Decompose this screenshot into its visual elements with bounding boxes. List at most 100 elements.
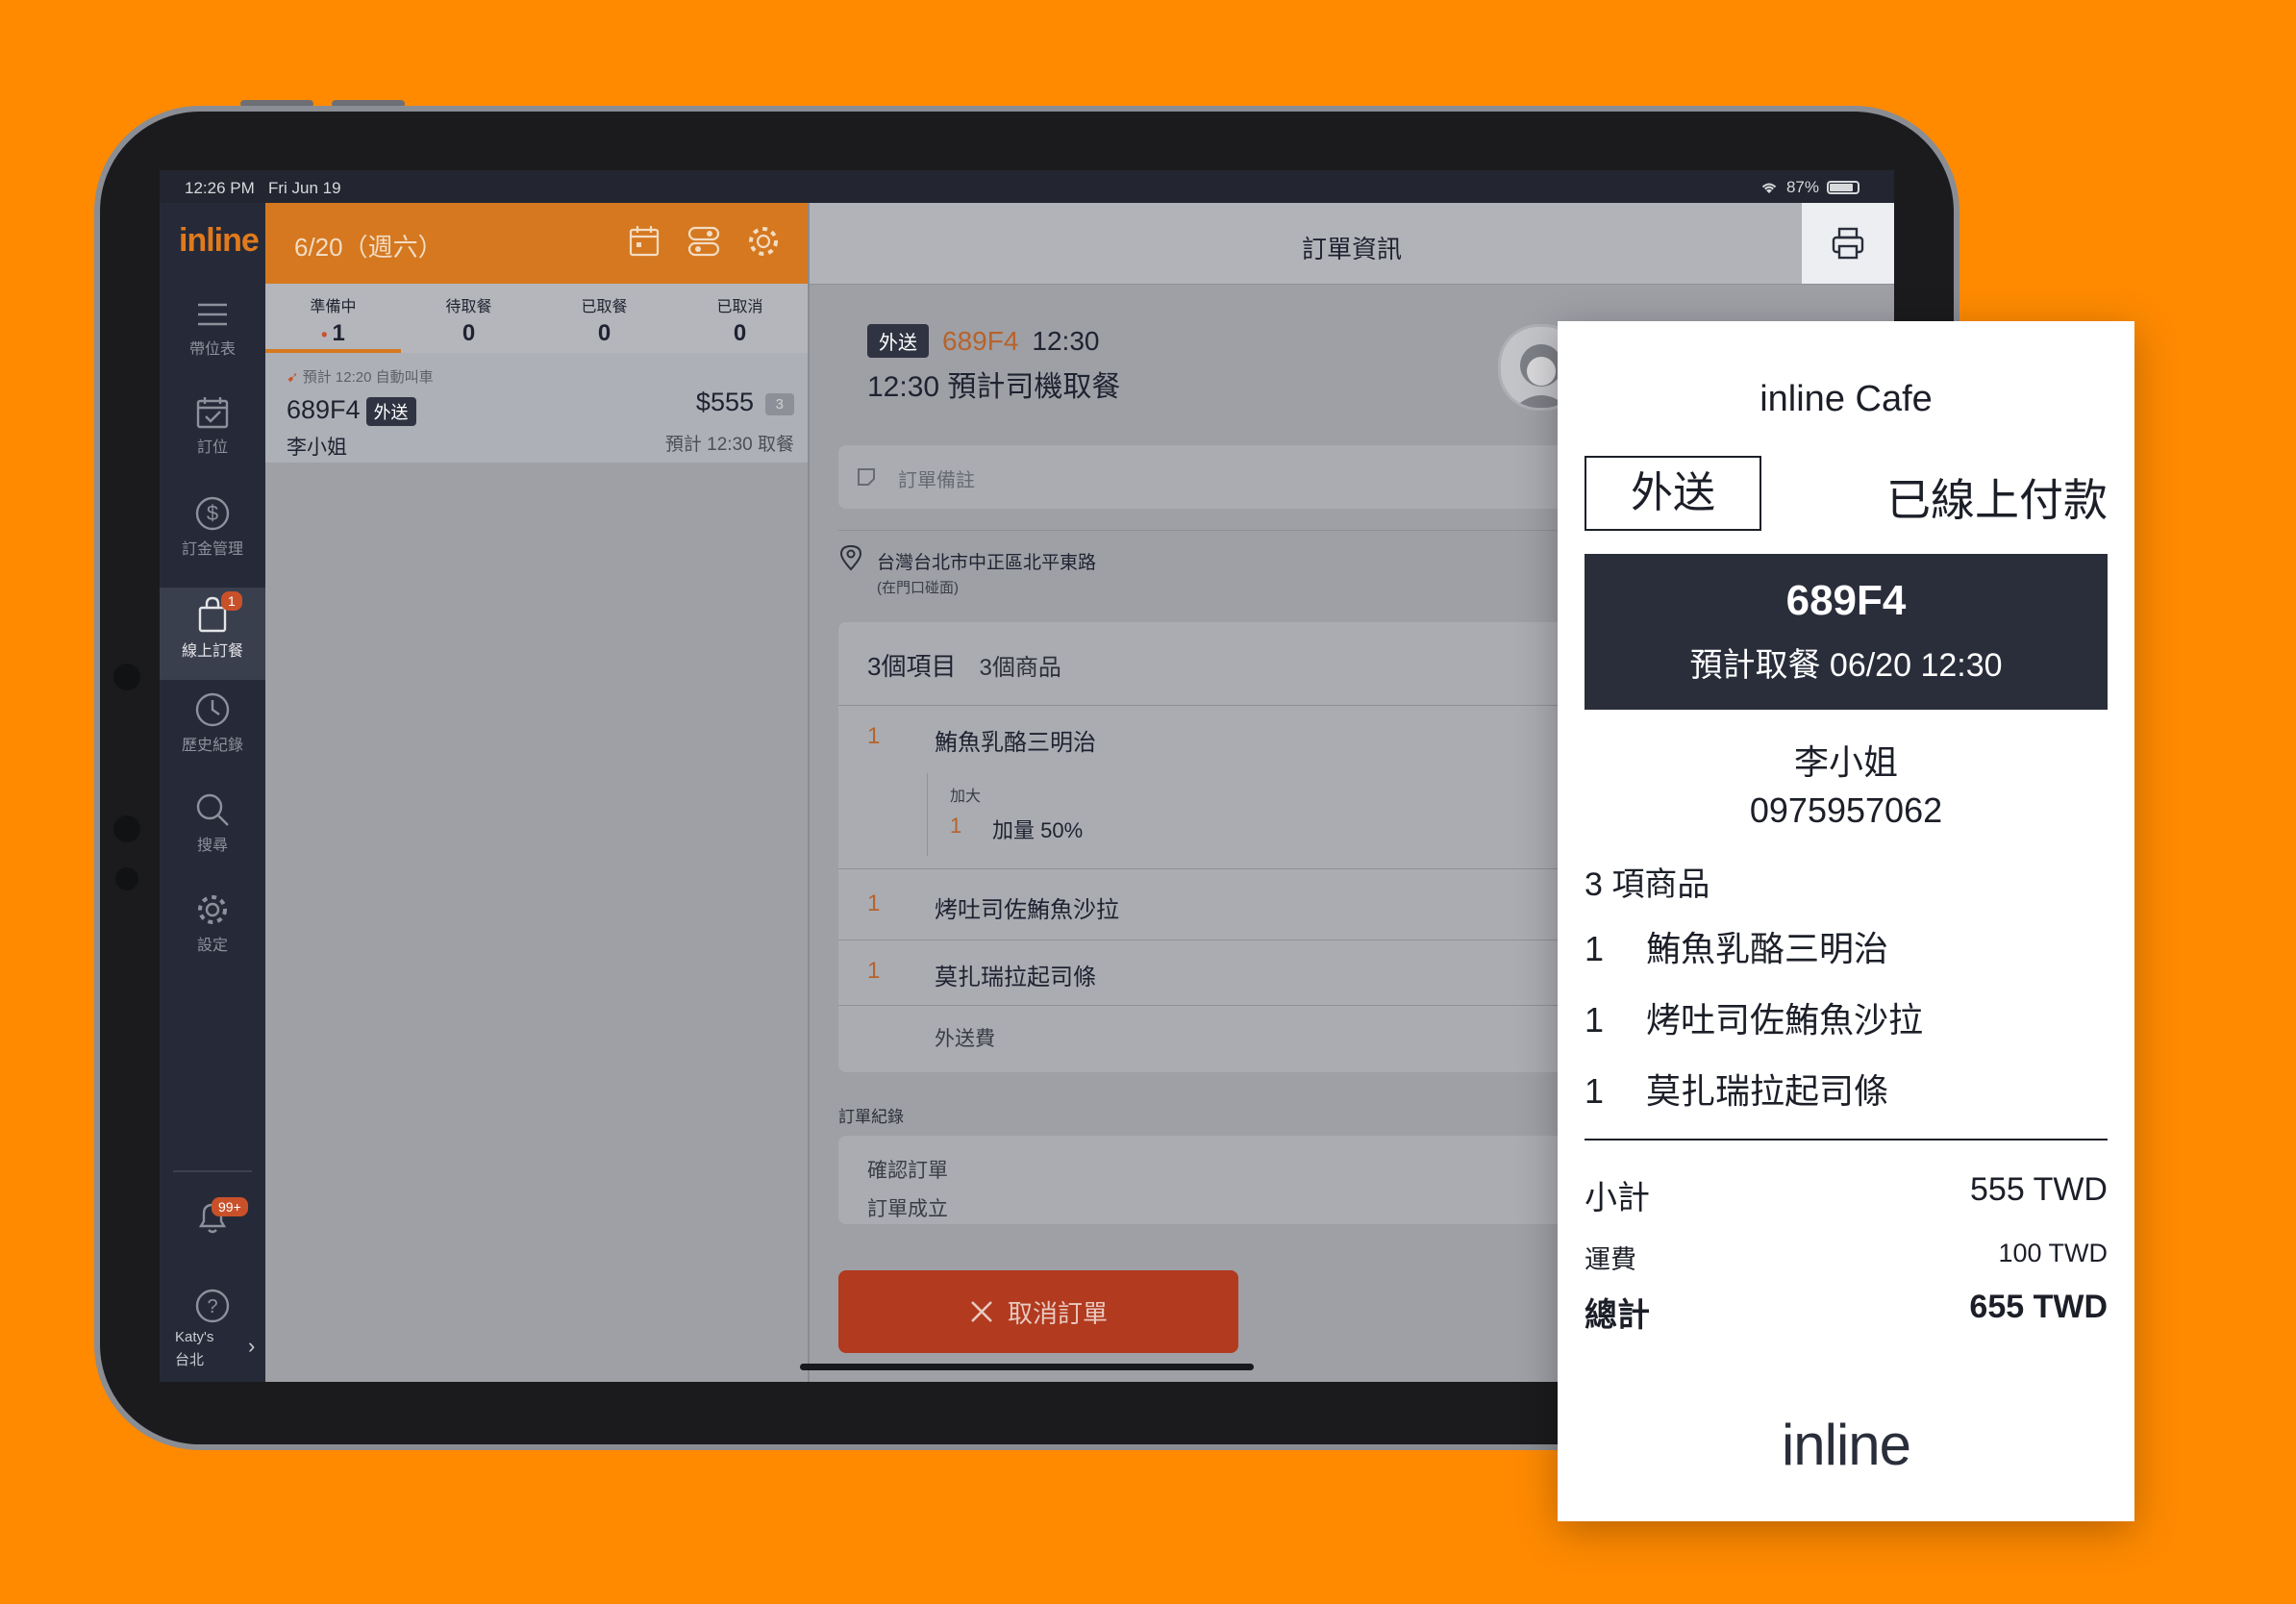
notifications-badge: 99+ xyxy=(212,1197,248,1216)
item-name: 鮪魚乳酪三明治 xyxy=(935,730,1096,756)
status-tabs: 準備中 • 1 待取餐 0 已取餐 0 已取消 0 xyxy=(265,284,808,355)
tab-picked-up[interactable]: 已取餐 0 xyxy=(537,284,672,353)
status-bar: 12:26 PM Fri Jun 19 87% xyxy=(160,170,1894,203)
clock-icon xyxy=(195,692,230,727)
receipt-order-type: 外送 xyxy=(1585,456,1761,531)
gear-icon[interactable] xyxy=(746,224,781,259)
order-list-panel: 6/20（週六） 準備中 • 1 待取餐 0 已取餐 0 已取消 0 ➹ 預計 … xyxy=(265,203,808,1382)
item-name: 莫扎瑞拉起司條 xyxy=(935,965,1096,990)
sidebar: inline 帶位表 訂位 $ 訂金管理 線上訂餐 1 歷史紀錄 搜尋 設定 9… xyxy=(160,203,265,1382)
receipt-shipping-row: 運費 100 TWD xyxy=(1585,1239,2108,1276)
sidebar-item-reservations[interactable]: 訂位 xyxy=(160,395,265,457)
item-qty: 1 xyxy=(867,958,881,984)
detail-header: 訂單資訊 xyxy=(810,203,1894,285)
order-time: 12:30 xyxy=(1032,325,1100,356)
option-group: 加大 xyxy=(950,789,982,805)
delivery-address: 台灣台北市中正區北平東路 (在門口碰面) xyxy=(838,530,1608,603)
order-code: 689F4 外送 xyxy=(287,395,416,426)
order-note-field[interactable]: 訂單備註 xyxy=(838,445,1608,509)
receipt-shipping-value: 100 TWD xyxy=(1998,1239,2108,1267)
sidebar-item-label: 設定 xyxy=(196,938,228,954)
pickup-subtitle: 12:30 預計司機取餐 xyxy=(867,371,1121,403)
orders-badge: 1 xyxy=(221,591,242,611)
items-header: 3個項目 3個商品 xyxy=(867,652,1061,681)
tab-preparing[interactable]: 準備中 • 1 xyxy=(265,284,401,353)
order-qty-badge: 3 xyxy=(764,393,794,415)
option-qty: 1 xyxy=(950,814,962,838)
auto-dispatch-note: ➹ 預計 12:20 自動叫車 xyxy=(287,369,434,386)
chevron-right-icon[interactable]: › xyxy=(248,1334,255,1359)
receipt-subtotal-label: 小計 xyxy=(1585,1180,1650,1216)
sidebar-item-history[interactable]: 歷史紀錄 xyxy=(160,691,265,755)
toggle-icon[interactable] xyxy=(686,224,721,259)
list-date[interactable]: 6/20（週六） xyxy=(294,228,443,263)
delivery-fee-row: 外送費 xyxy=(838,1005,1608,1073)
sidebar-item-label: 訂金管理 xyxy=(181,541,243,558)
detail-title: 訂單資訊 xyxy=(1301,235,1402,263)
sidebar-item-search[interactable]: 搜尋 xyxy=(160,791,265,855)
sidebar-item-online-orders[interactable]: 線上訂餐 1 xyxy=(160,588,265,680)
sidebar-item-seating[interactable]: 帶位表 xyxy=(160,297,265,359)
sidebar-item-label: 線上訂餐 xyxy=(181,643,243,660)
notifications-button[interactable]: 99+ xyxy=(160,1197,265,1240)
receipt-shop-name: inline Cafe xyxy=(1759,379,1933,419)
order-summary-line: 外送 689F4 12:30 xyxy=(867,324,1099,358)
receipt-item: 1 烤吐司佐鮪魚沙拉 xyxy=(1585,1000,1924,1040)
item-row: 1 鮪魚乳酪三明治 加大 1 加量 50% xyxy=(838,705,1608,869)
rider-icon: ➹ xyxy=(287,369,303,386)
option-name: 加量 50% xyxy=(992,818,1084,842)
log-entry: 訂單成立 xyxy=(867,1198,948,1220)
camera-dot xyxy=(113,664,140,690)
receipt-total-label: 總計 xyxy=(1585,1297,1650,1334)
goods-count: 3個商品 xyxy=(979,655,1061,681)
list-header: 6/20（週六） xyxy=(265,203,808,284)
list-header-actions xyxy=(627,224,808,259)
close-icon xyxy=(971,1301,992,1322)
tab-awaiting-pickup[interactable]: 待取餐 0 xyxy=(401,284,537,353)
account-switcher[interactable]: Katy's 台北 xyxy=(175,1326,213,1372)
tab-cancelled[interactable]: 已取消 0 xyxy=(672,284,808,353)
location-pin-icon xyxy=(839,544,862,571)
order-note-placeholder: 訂單備註 xyxy=(898,470,975,491)
sidebar-item-deposits[interactable]: $ 訂金管理 xyxy=(160,495,265,559)
receipt-total-value: 655 TWD xyxy=(1969,1289,2108,1325)
order-code: 689F4 xyxy=(942,325,1019,356)
unread-dot: • xyxy=(321,325,333,344)
receipt-customer-phone: 0975957062 xyxy=(1749,790,1943,830)
address-line: 台灣台北市中正區北平東路 xyxy=(877,553,1097,573)
cancel-order-button[interactable]: 取消訂單 xyxy=(838,1270,1238,1353)
receipt-subtotal-row: 小計 555 TWD xyxy=(1585,1171,2108,1218)
printed-receipt: inline Cafe 外送 已線上付款 689F4 預計取餐 06/20 12… xyxy=(1558,321,2134,1521)
customer-name: 李小姐 xyxy=(287,437,347,459)
home-indicator xyxy=(800,1364,1254,1370)
sidebar-item-label: 歷史紀錄 xyxy=(181,738,243,754)
item-row: 1 莫扎瑞拉起司條 xyxy=(838,940,1608,1006)
sidebar-item-label: 訂位 xyxy=(196,439,228,456)
item-qty: 1 xyxy=(867,723,881,749)
order-type-tag: 外送 xyxy=(365,396,416,426)
account-branch: 台北 xyxy=(175,1352,205,1368)
option-divider xyxy=(927,773,928,856)
svg-text:?: ? xyxy=(207,1296,217,1317)
calendar-check-icon xyxy=(196,397,229,429)
account-name: Katy's xyxy=(175,1329,214,1345)
log-entry: 確認訂單 xyxy=(867,1160,948,1182)
order-log: 確認訂單 訂單成立 xyxy=(838,1136,1608,1224)
dollar-icon: $ xyxy=(195,496,230,531)
address-note: (在門口碰面) xyxy=(877,580,959,596)
camera-dot xyxy=(113,815,140,842)
receipt-subtotal-value: 555 TWD xyxy=(1970,1171,2108,1208)
receipt-pickup-time: 預計取餐 06/20 12:30 xyxy=(1689,647,2003,684)
note-icon xyxy=(858,468,875,486)
print-button[interactable] xyxy=(1802,203,1894,284)
menu-icon xyxy=(198,303,227,326)
help-button[interactable]: ? xyxy=(160,1288,265,1328)
receipt-order-code: 689F4 xyxy=(1785,577,1907,624)
sidebar-item-settings[interactable]: 設定 xyxy=(160,891,265,955)
calendar-icon[interactable] xyxy=(627,224,661,259)
status-time: 12:26 PM Fri Jun 19 xyxy=(185,179,341,197)
item-row: 1 烤吐司佐鮪魚沙拉 xyxy=(838,868,1608,940)
receipt-customer-name: 李小姐 xyxy=(1793,742,1898,782)
order-type-tag: 外送 xyxy=(867,324,929,358)
order-card[interactable]: ➹ 預計 12:20 自動叫車 689F4 外送 李小姐 $555 3 預計 12… xyxy=(265,353,808,463)
